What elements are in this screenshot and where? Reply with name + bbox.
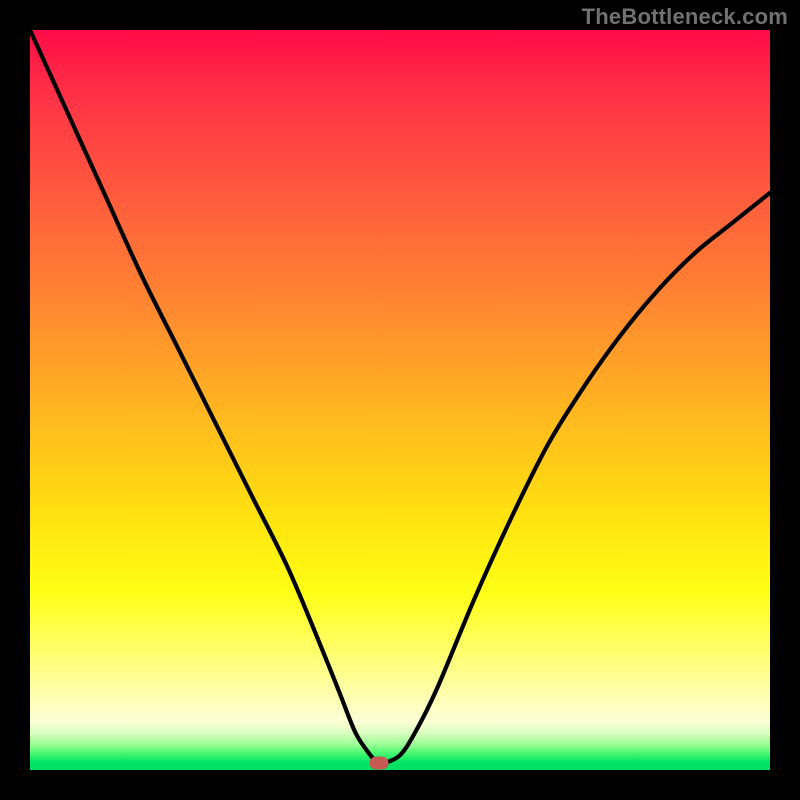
watermark-text: TheBottleneck.com xyxy=(582,4,788,30)
optimal-point-marker xyxy=(370,757,389,770)
bottleneck-curve xyxy=(30,30,770,770)
plot-area xyxy=(30,30,770,770)
chart-frame: TheBottleneck.com xyxy=(0,0,800,800)
